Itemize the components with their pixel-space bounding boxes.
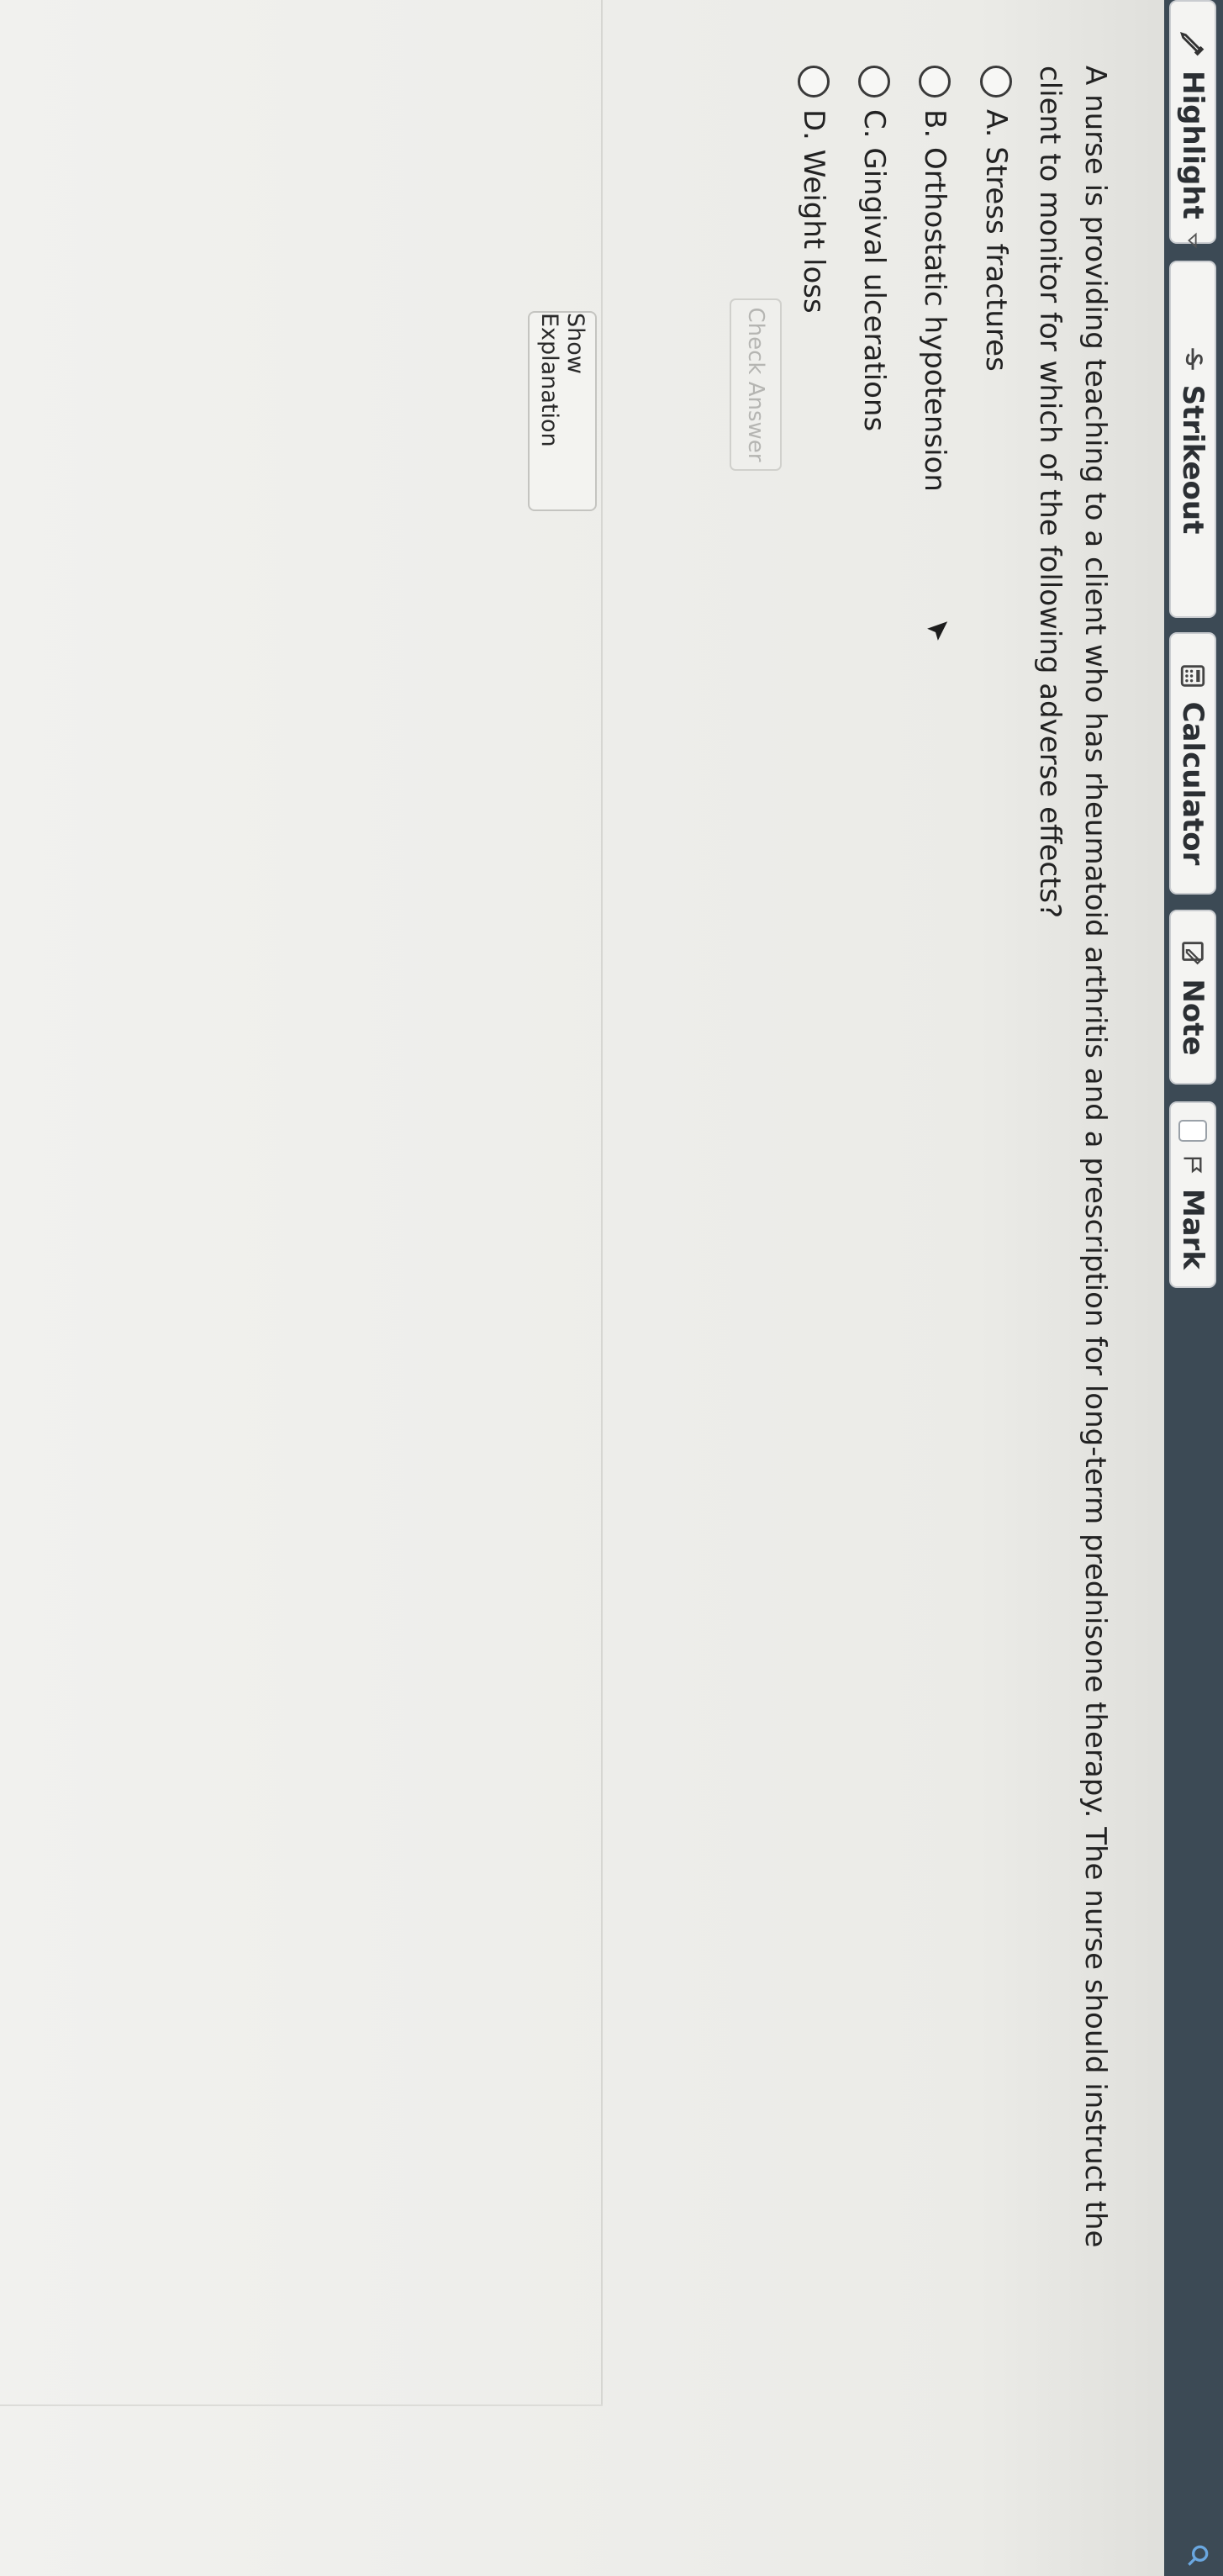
- answer-choice-b[interactable]: B. Orthostatic hypotension: [914, 66, 956, 492]
- mark-button[interactable]: Mark: [1169, 1101, 1216, 1288]
- radio-button-c[interactable]: [858, 66, 890, 98]
- search-icon[interactable]: [1178, 2542, 1211, 2569]
- divider: [0, 2404, 603, 2406]
- radio-button-a[interactable]: [980, 66, 1012, 98]
- pencil-icon: [1178, 30, 1207, 59]
- mouse-cursor-icon: [927, 621, 948, 641]
- radio-button-b[interactable]: [919, 66, 951, 98]
- chevron-down-icon: [1183, 231, 1202, 250]
- note-button[interactable]: Note: [1169, 910, 1216, 1085]
- check-answer-button[interactable]: Check Answer: [730, 298, 782, 471]
- mark-label: Mark: [1176, 1188, 1210, 1270]
- note-label: Note: [1176, 979, 1210, 1056]
- answer-choice-c[interactable]: C. Gingival ulcerations: [853, 66, 895, 431]
- answer-choice-label: A. Stress fractures: [979, 109, 1013, 372]
- show-explanation-button[interactable]: Show Explanation: [528, 311, 597, 511]
- strikeout-icon: [1178, 345, 1207, 373]
- strikeout-label: Strikeout: [1176, 384, 1210, 535]
- toolbar: Highlight Strikeout Calculator Note Mark: [1164, 0, 1223, 2576]
- flag-icon: [1181, 1153, 1205, 1177]
- calculator-button[interactable]: Calculator: [1169, 632, 1216, 895]
- question-panel: A nurse is providing teaching to a clien…: [0, 0, 1164, 2576]
- answer-choice-label: D. Weight loss: [797, 109, 830, 314]
- answer-choice-a[interactable]: A. Stress fractures: [975, 66, 1017, 372]
- radio-button-d[interactable]: [798, 66, 830, 98]
- divider: [601, 0, 603, 2404]
- calculator-label: Calculator: [1176, 701, 1210, 866]
- highlight-label: Highlight: [1176, 71, 1210, 219]
- answer-choice-d[interactable]: D. Weight loss: [793, 66, 835, 314]
- answer-choice-label: B. Orthostatic hypotension: [918, 109, 952, 492]
- strikeout-button[interactable]: Strikeout: [1169, 261, 1216, 618]
- exam-page: Highlight Strikeout Calculator Note Mark…: [0, 0, 1223, 2576]
- answer-choice-label: C. Gingival ulcerations: [857, 109, 891, 432]
- checkbox-icon[interactable]: [1178, 1120, 1207, 1142]
- note-icon: [1178, 938, 1207, 967]
- calculator-icon: [1178, 662, 1207, 690]
- highlight-button[interactable]: Highlight: [1169, 0, 1216, 249]
- question-text: A nurse is providing teaching to a clien…: [1033, 66, 1112, 2248]
